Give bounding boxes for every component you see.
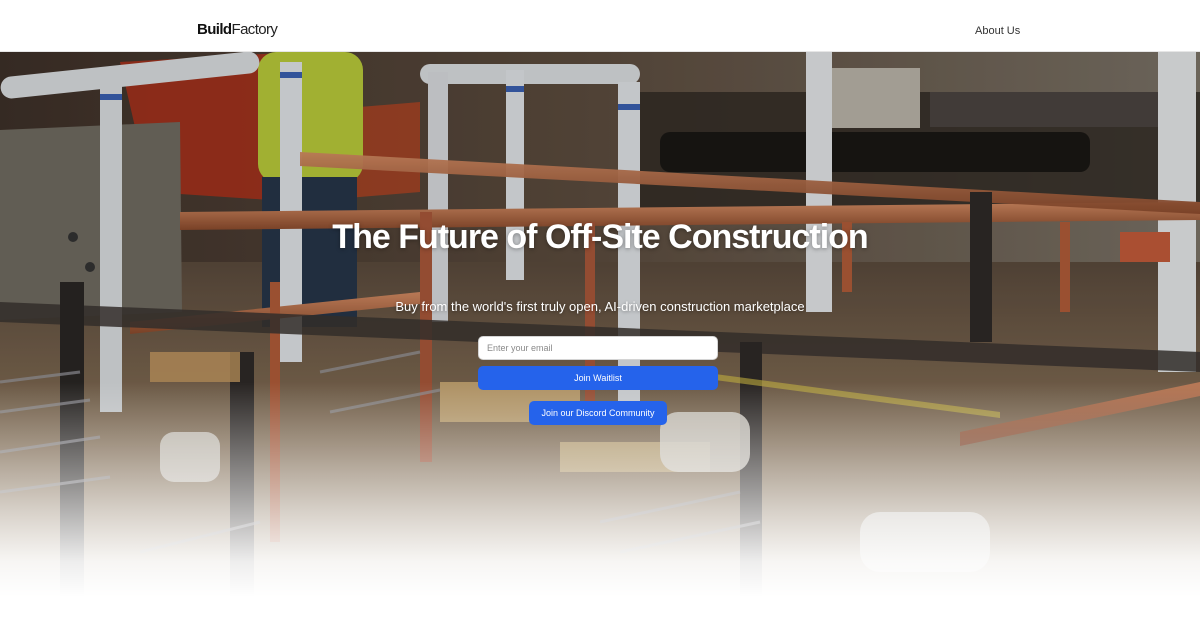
email-input[interactable] [478,336,718,360]
logo-text-light: Factory [231,21,278,38]
logo-text-bold: Build [197,21,232,38]
brand-logo[interactable]: BuildFactory [197,21,278,39]
top-navbar: BuildFactory About Us [0,0,1200,52]
join-discord-button[interactable]: Join our Discord Community [529,401,667,425]
nav-link-about[interactable]: About Us [975,25,1020,37]
hero-title: The Future of Off-Site Construction [332,218,868,256]
hero-subtitle: Buy from the world's first truly open, A… [395,299,805,314]
join-waitlist-button[interactable]: Join Waitlist [478,366,718,390]
